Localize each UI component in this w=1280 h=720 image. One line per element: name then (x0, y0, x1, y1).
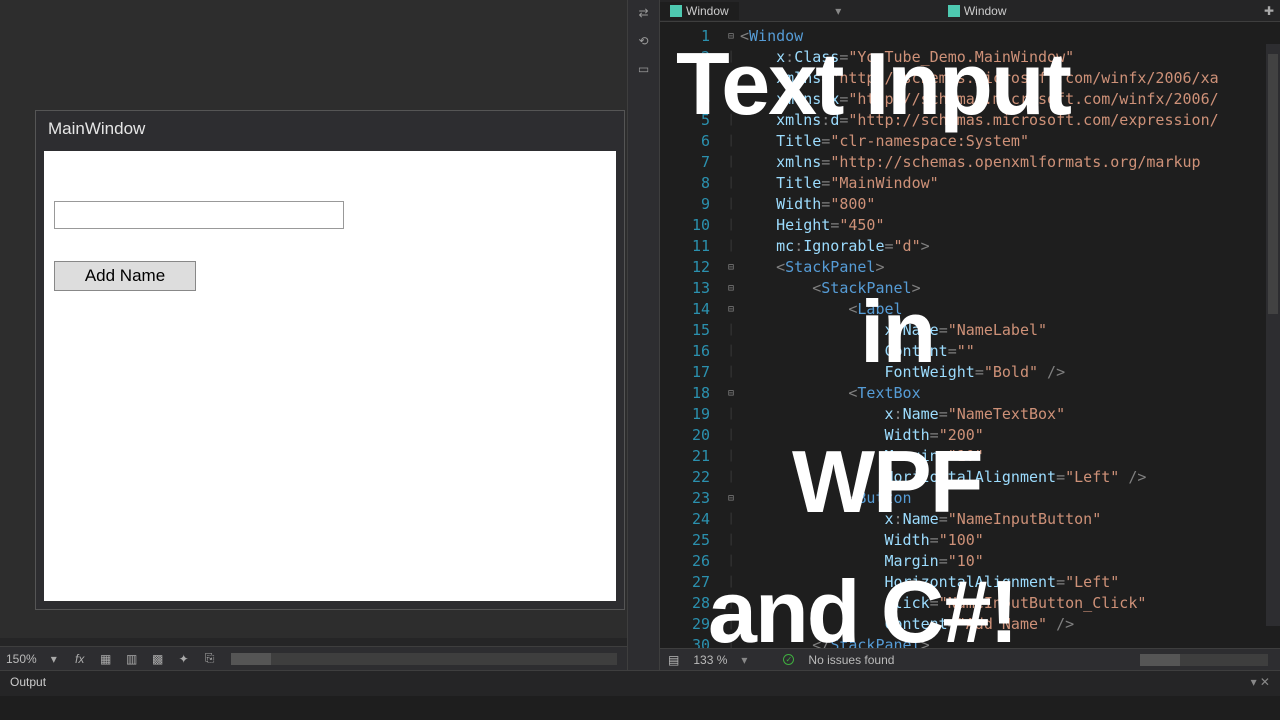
tab-label: Window (964, 4, 1007, 18)
designer-surface[interactable]: MainWindow Add Name (0, 0, 627, 638)
anchor-icon[interactable]: ⎘ (201, 650, 219, 668)
check-icon: ✓ (783, 654, 794, 665)
name-textbox[interactable] (54, 201, 344, 229)
add-name-button[interactable]: Add Name (54, 261, 196, 291)
wpf-window-preview[interactable]: MainWindow Add Name (35, 110, 625, 610)
splitter-column: ⇄ ⟲ ▭ (628, 0, 660, 670)
expand-icon[interactable]: ▭ (636, 62, 652, 78)
designer-pane: MainWindow Add Name 150% ▾ fx ▦ ▥ ▩ ✦ ⎘ (0, 0, 628, 670)
grid-icon[interactable]: ▦ (97, 650, 115, 668)
tab-window-right[interactable]: Window (938, 2, 1017, 20)
code-lines[interactable]: <Window x:Class="YouTube_Demo.MainWindow… (740, 22, 1280, 648)
nav-dropdown-icon[interactable]: ▾ (835, 4, 841, 18)
zoom-dropdown-icon[interactable]: ▾ (45, 650, 63, 668)
code-editor-pane: Window ▾ Window ✚ 1234567891011121314151… (660, 0, 1280, 670)
wpf-window-title: MainWindow (36, 111, 624, 147)
issues-label[interactable]: No issues found (808, 653, 894, 667)
code-zoom[interactable]: 133 % (693, 653, 727, 667)
editor-vscroll[interactable] (1266, 44, 1280, 626)
line-number-gutter: 1234567891011121314151617181920212223242… (660, 22, 722, 648)
xaml-file-icon (948, 5, 960, 17)
tab-window-left[interactable]: Window (660, 2, 739, 20)
sync-icon[interactable]: ⟲ (636, 34, 652, 50)
editor-tabbar: Window ▾ Window ✚ (660, 0, 1280, 22)
code-area[interactable]: 1234567891011121314151617181920212223242… (660, 22, 1280, 648)
fold-column[interactable]: ⊟││││││││││⊟⊟⊟│││⊟││││⊟│││││││ (722, 22, 740, 648)
editor-hscroll[interactable] (1140, 654, 1268, 666)
output-panel-header[interactable]: Output ▾ ✕ (0, 670, 1280, 696)
split-icon[interactable]: ✚ (1258, 4, 1280, 18)
swap-panes-icon[interactable]: ⇄ (636, 6, 652, 22)
output-label: Output (10, 675, 46, 689)
guides-icon[interactable]: ✦ (175, 650, 193, 668)
designer-zoom[interactable]: 150% (6, 652, 37, 666)
tab-label: Window (686, 4, 729, 18)
grid2-icon[interactable]: ▥ (123, 650, 141, 668)
panel-menu-icon[interactable]: ▾ ✕ (1251, 675, 1270, 689)
code-statusbar: ▤ 133 % ▾ ✓ No issues found (660, 648, 1280, 670)
wpf-client-area: Add Name (44, 151, 616, 601)
designer-hscroll[interactable] (231, 653, 617, 665)
xaml-file-icon (670, 5, 682, 17)
fx-icon[interactable]: fx (71, 650, 89, 668)
code-view-icon[interactable]: ▤ (668, 653, 679, 667)
designer-statusbar: 150% ▾ fx ▦ ▥ ▩ ✦ ⎘ (0, 646, 627, 670)
snap-icon[interactable]: ▩ (149, 650, 167, 668)
